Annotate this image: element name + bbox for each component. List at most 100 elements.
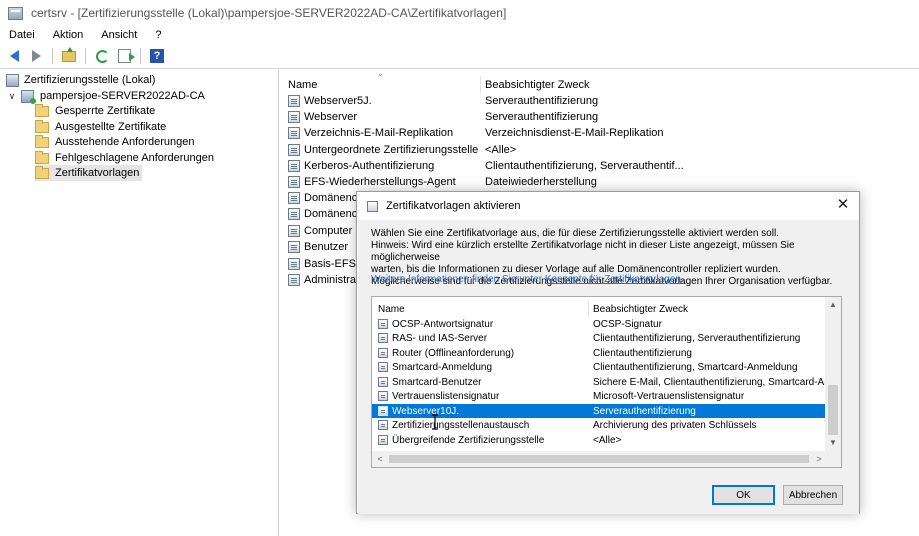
list-item[interactable]: Administrato bbox=[288, 272, 365, 288]
template-purpose: <Alle> bbox=[593, 434, 622, 446]
template-name: Basis-EFS bbox=[304, 258, 356, 270]
vertical-scrollbar[interactable]: ▲ ▼ bbox=[825, 297, 841, 451]
template-row[interactable]: Smartcard-Benutzer Sichere E-Mail, Clien… bbox=[372, 375, 827, 389]
certificate-template-icon bbox=[288, 241, 300, 253]
expand-chevron-icon[interactable]: ∨ bbox=[6, 91, 18, 102]
forward-button[interactable] bbox=[26, 46, 46, 66]
toolbar-separator bbox=[140, 48, 141, 64]
template-purpose: Serverauthentifizierung bbox=[593, 405, 696, 417]
list-item[interactable]: Verzeichnis-E-Mail-Replikation bbox=[288, 125, 453, 141]
template-row[interactable]: OCSP-Antwortsignatur OCSP-Signatur bbox=[372, 317, 827, 331]
more-info-line: Weitere Informationen finden Sie unter K… bbox=[371, 274, 684, 286]
tree-item-gesperrte-zertifikate[interactable]: Gesperrte Zertifikate bbox=[35, 103, 155, 119]
template-row-selected[interactable]: Webserver10J. Serverauthentifizierung bbox=[372, 404, 827, 418]
dialog-titlebar[interactable]: Zertifikatvorlagen aktivieren ✕ bbox=[357, 192, 859, 220]
tree-item-zertifikatvorlagen[interactable]: Zertifikatvorlagen bbox=[35, 165, 143, 181]
list-item[interactable]: Domänenco bbox=[288, 206, 363, 222]
template-purpose: Verzeichnisdienst-E-Mail-Replikation bbox=[485, 127, 664, 139]
template-purpose: Clientauthentifizierung, Serverauthentif… bbox=[593, 332, 801, 344]
list-item[interactable]: Kerberos-Authentifizierung bbox=[288, 158, 434, 174]
cancel-button[interactable]: Abbrechen bbox=[783, 485, 843, 505]
template-name: Zertifizierungsstellenaustausch bbox=[392, 419, 530, 431]
certificate-template-icon bbox=[378, 391, 388, 401]
scroll-down-icon[interactable]: ▼ bbox=[825, 435, 841, 451]
menu-help[interactable]: ? bbox=[146, 29, 170, 41]
more-info-prefix: Weitere Informationen finden Sie unter bbox=[371, 274, 543, 285]
tree-item-ausgestellte-zertifikate[interactable]: Ausgestellte Zertifikate bbox=[35, 119, 166, 135]
template-name: Webserver5J. bbox=[304, 95, 372, 107]
template-name: EFS-Wiederherstellungs-Agent bbox=[304, 176, 456, 188]
help-icon: ? bbox=[150, 49, 164, 63]
export-list-icon bbox=[117, 49, 135, 63]
template-row[interactable]: Vertrauenslistensignatur Microsoft-Vertr… bbox=[372, 389, 827, 403]
list-item[interactable]: Webserver bbox=[288, 109, 357, 125]
toolbar-separator bbox=[85, 48, 86, 64]
tree-root[interactable]: Zertifizierungsstelle (Lokal) bbox=[6, 72, 155, 88]
horizontal-scroll-thumb[interactable] bbox=[389, 455, 809, 463]
template-row[interactable]: Zertifizierungsstellenaustausch Archivie… bbox=[372, 418, 827, 432]
scroll-up-icon[interactable]: ▲ bbox=[825, 297, 841, 313]
folder-icon bbox=[35, 134, 49, 148]
close-icon[interactable]: ✕ bbox=[835, 197, 851, 213]
folder-icon bbox=[35, 165, 49, 179]
back-button[interactable] bbox=[4, 46, 24, 66]
template-concepts-link[interactable]: Konzepte für Zertifikatvorlagen bbox=[545, 274, 681, 285]
dialog-column-purpose[interactable]: Beabsichtigter Zweck bbox=[593, 300, 688, 318]
help-button[interactable]: ? bbox=[147, 46, 167, 66]
template-name: Benutzer bbox=[304, 241, 349, 253]
template-row[interactable]: RAS- und IAS-Server Clientauthentifizier… bbox=[372, 331, 827, 345]
scroll-left-icon[interactable]: < bbox=[372, 451, 388, 467]
vertical-scroll-thumb[interactable] bbox=[828, 385, 838, 435]
dialog-body: Wählen Sie eine Zertifikatvorlage aus, d… bbox=[358, 220, 859, 514]
forward-arrow-icon bbox=[31, 50, 41, 62]
template-purpose: Serverauthentifizierung bbox=[485, 111, 599, 123]
up-one-level-button[interactable] bbox=[59, 46, 79, 66]
template-purpose: Serverauthentifizierung bbox=[485, 95, 599, 107]
certificate-authority-icon bbox=[21, 89, 36, 104]
list-item[interactable]: Basis-EFS bbox=[288, 256, 356, 272]
menu-bar: Datei Aktion Ansicht ? bbox=[0, 26, 919, 44]
list-item[interactable]: Domänenco bbox=[288, 190, 363, 206]
list-item[interactable]: Untergeordnete Zertifizierungsstelle bbox=[288, 142, 478, 158]
window-title: certsrv - [Zertifizierungsstelle (Lokal)… bbox=[31, 6, 507, 20]
tree-ca-node[interactable]: ∨ pampersjoe-SERVER2022AD-CA bbox=[6, 88, 205, 104]
column-separator[interactable] bbox=[588, 301, 589, 317]
column-separator[interactable] bbox=[480, 76, 481, 94]
folder-icon bbox=[35, 119, 49, 133]
list-item[interactable]: Webserver5J. bbox=[288, 93, 372, 109]
console-tree: Zertifizierungsstelle (Lokal) ∨ pampersj… bbox=[0, 70, 279, 536]
tree-item-label: Zertifikatvorlagen bbox=[55, 167, 140, 179]
refresh-button[interactable] bbox=[92, 46, 112, 66]
template-purpose: Clientauthentifizierung bbox=[593, 347, 692, 359]
dialog-column-name[interactable]: Name bbox=[378, 300, 405, 318]
ok-button[interactable]: OK bbox=[712, 485, 775, 505]
certificate-template-icon bbox=[288, 144, 300, 156]
template-row[interactable]: Übergreifende Zertifizierungsstelle <All… bbox=[372, 433, 827, 447]
template-purpose: <Alle> bbox=[485, 144, 517, 156]
certificate-template-icon bbox=[288, 258, 300, 270]
template-name: Kerberos-Authentifizierung bbox=[304, 160, 435, 172]
certificate-template-icon bbox=[378, 435, 388, 445]
template-purpose: Microsoft-Vertrauenslistensignatur bbox=[593, 390, 745, 402]
template-name: Smartcard-Anmeldung bbox=[392, 361, 493, 373]
menu-datei[interactable]: Datei bbox=[0, 29, 44, 41]
tree-ca-label: pampersjoe-SERVER2022AD-CA bbox=[40, 90, 205, 102]
more-info-suffix: . bbox=[681, 274, 684, 285]
template-list[interactable]: Name Beabsichtigter Zweck OCSP-Antwortsi… bbox=[371, 296, 842, 468]
template-row[interactable]: Router (Offlineanforderung) Clientauthen… bbox=[372, 346, 827, 360]
export-list-button[interactable] bbox=[114, 46, 135, 66]
template-row[interactable]: Smartcard-Anmeldung Clientauthentifizier… bbox=[372, 360, 827, 374]
tree-item-fehlgeschlagene-anforderungen[interactable]: Fehlgeschlagene Anforderungen bbox=[35, 150, 214, 166]
list-item[interactable]: Benutzer bbox=[288, 239, 348, 255]
tree-item-ausstehende-anforderungen[interactable]: Ausstehende Anforderungen bbox=[35, 134, 194, 150]
window-titlebar: certsrv - [Zertifizierungsstelle (Lokal)… bbox=[0, 0, 919, 26]
list-item[interactable]: EFS-Wiederherstellungs-Agent bbox=[288, 174, 456, 190]
horizontal-scrollbar[interactable]: < > bbox=[372, 451, 827, 467]
list-item[interactable]: Computer bbox=[288, 223, 352, 239]
certificate-template-icon bbox=[378, 348, 388, 358]
menu-ansicht[interactable]: Ansicht bbox=[92, 29, 146, 41]
template-name: Webserver10J. bbox=[392, 405, 460, 417]
instruction-line: Hinweis: Wird eine kürzlich erstellte Ze… bbox=[371, 240, 795, 263]
certificate-template-icon bbox=[378, 333, 388, 343]
menu-aktion[interactable]: Aktion bbox=[44, 29, 93, 41]
